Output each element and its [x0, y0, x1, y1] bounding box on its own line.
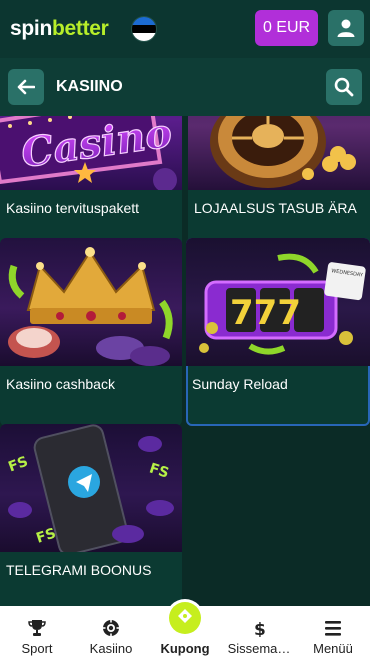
nav-label: Sport — [21, 641, 53, 656]
crown-image — [8, 247, 173, 366]
promo-image: Casino — [0, 116, 182, 190]
logo[interactable]: spin better — [10, 17, 109, 41]
promo-card[interactable]: 777 WEDNESDAY Sunday Reload — [186, 238, 370, 426]
roulette-wheel-image — [210, 116, 356, 188]
user-button[interactable] — [328, 10, 364, 46]
back-button[interactable] — [8, 69, 44, 105]
search-icon — [334, 77, 354, 97]
promo-card[interactable]: FS FS FS TELEGRAMI BOONUS — [0, 424, 182, 606]
nav-label: Kasiino — [89, 641, 133, 656]
search-button[interactable] — [326, 69, 362, 105]
ticket-icon — [169, 602, 201, 634]
nav-coupon[interactable]: Kupong — [148, 602, 222, 661]
section-header: KASIINO — [0, 58, 370, 116]
promo-image — [0, 238, 182, 366]
promo-image: 777 WEDNESDAY — [186, 238, 370, 366]
top-bar: spin better 0 EUR — [0, 0, 370, 58]
slot-machine-image: 777 WEDNESDAY — [199, 253, 366, 355]
promotions-grid: Casino Kasiino tervituspakett LOJAALSUS … — [0, 116, 370, 606]
user-icon — [337, 19, 355, 37]
promo-image: FS FS FS — [0, 424, 182, 552]
logo-better: better — [51, 17, 109, 40]
balance-button[interactable]: 0 EUR — [255, 10, 318, 46]
trophy-icon — [28, 620, 46, 636]
promo-card[interactable]: Kasiino cashback — [0, 238, 182, 426]
promo-title: Sunday Reload — [192, 376, 288, 392]
nav-label: Menüü — [313, 641, 353, 656]
promo-title: TELEGRAMI BOONUS — [6, 562, 152, 578]
page-title: KASIINO — [56, 78, 123, 95]
nav-casino[interactable]: Kasiino — [74, 606, 148, 661]
nav-deposit[interactable]: $ Sissema… — [222, 606, 296, 661]
dollar-icon: $ — [254, 620, 266, 637]
freespin-text: FS — [6, 454, 30, 476]
svg-text:$: $ — [254, 620, 266, 637]
nav-menu[interactable]: Menüü — [296, 606, 370, 661]
nav-label: Sissema… — [227, 641, 291, 656]
casino-sign-image: Casino — [0, 116, 177, 190]
slot-text: 777 — [230, 293, 301, 333]
promo-card[interactable]: Casino Kasiino tervituspakett — [0, 116, 182, 250]
nav-sport[interactable]: Sport — [0, 606, 74, 661]
bottom-navigation: Sport Kasiino Kupong $ Sissema… Menüü — [0, 602, 370, 661]
logo-spin: spin — [10, 17, 52, 40]
promo-card[interactable]: LOJAALSUS TASUB ÄRA — [188, 116, 370, 250]
freespin-text: FS — [147, 460, 171, 481]
promo-title: Kasiino cashback — [6, 376, 115, 392]
telegram-phone-image: FS FS FS — [6, 424, 174, 552]
nav-label: Kupong — [160, 641, 210, 656]
arrow-left-icon — [17, 79, 35, 95]
promo-image — [188, 116, 370, 190]
estonia-flag-icon[interactable] — [130, 16, 157, 42]
menu-icon — [325, 621, 341, 636]
casino-chip-icon — [103, 620, 119, 636]
